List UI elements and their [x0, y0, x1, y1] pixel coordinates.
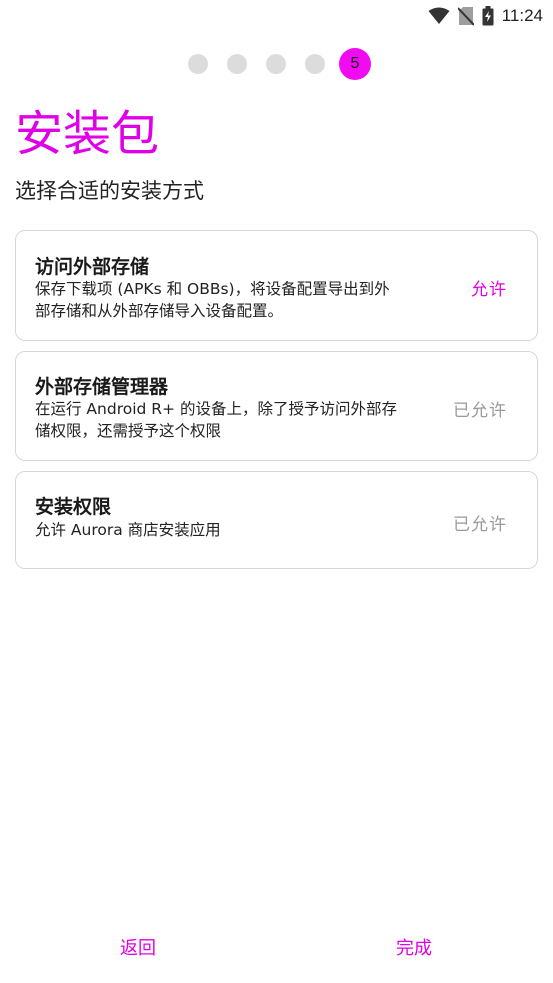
step-dot-current: 5: [339, 48, 371, 80]
no-sim-icon: [457, 6, 474, 26]
status-time: 11:24: [501, 6, 543, 25]
card-description: 保存下载项 (APKs 和 OBBs)，将设备配置导出到外 部存储和从外部存储导…: [35, 280, 390, 320]
step-dot-2: [227, 54, 247, 74]
step-indicator: 5: [0, 48, 553, 80]
step-dot-1: [188, 54, 208, 74]
card-description: 在运行 Android R+ 的设备上，除了授予访问外部存 储权限，还需授予这个…: [35, 400, 397, 440]
storage-manager-allowed-button: 已允许: [453, 401, 507, 421]
finish-button[interactable]: 完成: [396, 934, 432, 960]
card-description: 允许 Aurora 商店安装应用: [35, 521, 221, 539]
status-bar: 11:24: [0, 0, 553, 32]
page-title: 安装包: [15, 106, 160, 162]
wifi-icon: [428, 7, 450, 25]
card-title: 外部存储管理器: [35, 376, 169, 398]
back-button[interactable]: 返回: [120, 934, 156, 960]
card-title: 安装权限: [35, 496, 112, 518]
status-icons: 11:24: [428, 4, 543, 28]
step-dot-3: [266, 54, 286, 74]
install-permission-allowed-button: 已允许: [453, 515, 507, 535]
step-dot-4: [305, 54, 325, 74]
page-subtitle: 选择合适的安装方式: [15, 179, 204, 203]
allow-storage-access-button[interactable]: 允许: [471, 275, 507, 300]
permission-card-storage-manager[interactable]: 外部存储管理器 在运行 Android R+ 的设备上，除了授予访问外部存 储权…: [15, 351, 538, 461]
battery-charging-icon: [482, 6, 494, 26]
permission-card-storage-access[interactable]: 访问外部存储 保存下载项 (APKs 和 OBBs)，将设备配置导出到外 部存储…: [15, 230, 538, 341]
permission-card-install[interactable]: 安装权限 允许 Aurora 商店安装应用 已允许: [15, 471, 538, 569]
card-title: 访问外部存储: [35, 256, 150, 278]
